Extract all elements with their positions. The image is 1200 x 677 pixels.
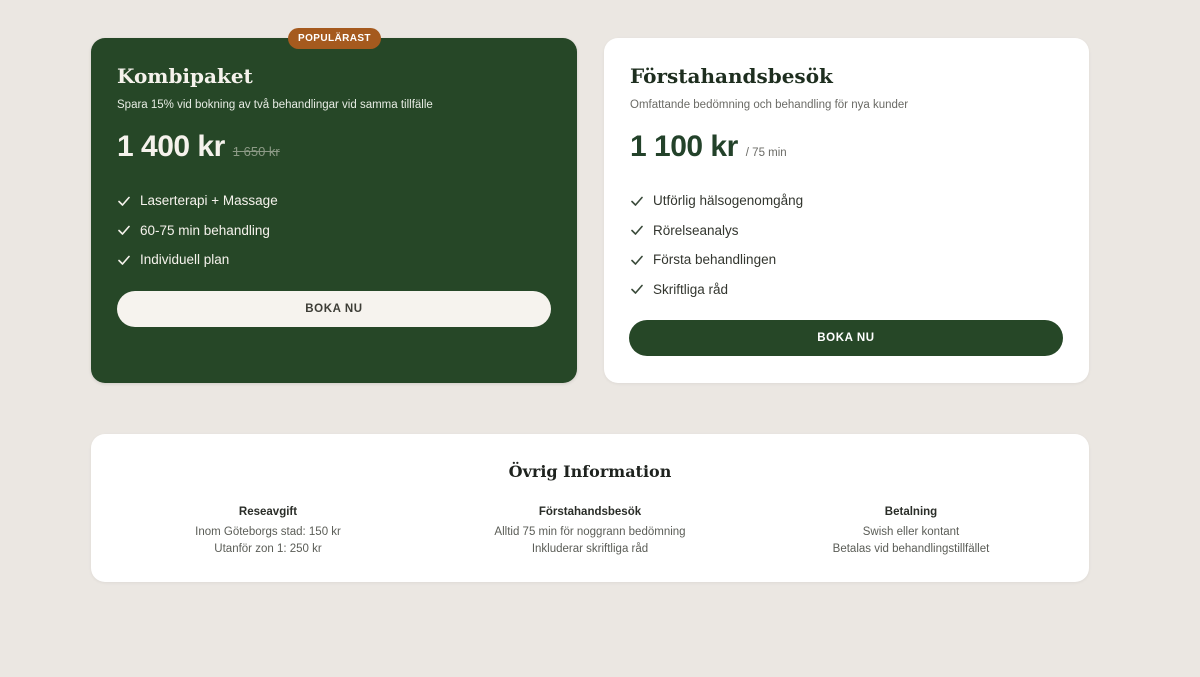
price-row: 1 400 kr 1 650 kr <box>117 130 280 164</box>
info-line: Inom Göteborgs stad: 150 kr <box>195 526 341 538</box>
feature-label: Individuell plan <box>140 252 230 268</box>
info-line: Swish eller kontant <box>862 526 960 538</box>
feature-label: Laserterapi + Massage <box>140 193 278 209</box>
info-column-travel-fee: Reseavgift Inom Göteborgs stad: 150 kr U… <box>118 504 418 558</box>
info-line: Inkluderar skriftliga råd <box>531 543 649 555</box>
check-icon <box>631 255 643 265</box>
plan-card-kombipaket: POPULÄRAST Kombipaket Spara 15% vid bokn… <box>91 28 577 383</box>
plan-subtitle: Spara 15% vid bokning av två behandlinga… <box>117 99 433 111</box>
book-now-button-kombipaket[interactable]: BOKA NU <box>117 291 551 327</box>
list-item: Utförlig hälsogenomgång <box>630 186 803 216</box>
list-item: Första behandlingen <box>630 245 803 275</box>
feature-label: Första behandlingen <box>653 252 777 268</box>
plan-old-price: 1 650 kr <box>232 144 280 159</box>
info-column-payment: Betalning Swish eller kontant Betalas vi… <box>761 504 1061 558</box>
list-item: Rörelseanalys <box>630 216 803 246</box>
section-title: Övrig Information <box>508 462 672 481</box>
popular-badge: POPULÄRAST <box>288 28 381 49</box>
check-icon <box>118 196 130 206</box>
check-icon <box>631 196 643 206</box>
list-item: Individuell plan <box>117 245 278 275</box>
plan-price: 1 400 kr <box>117 130 225 163</box>
info-line: Betalas vid behandlingstillfället <box>832 543 990 555</box>
plan-title: Förstahandsbesök <box>630 64 833 88</box>
feature-label: Skriftliga råd <box>653 281 729 297</box>
plan-price: 1 100 kr <box>630 130 738 163</box>
list-item: Laserterapi + Massage <box>117 186 278 216</box>
check-icon <box>631 225 643 236</box>
column-heading: Reseavgift <box>238 506 298 518</box>
feature-label: 60-75 min behandling <box>140 222 270 238</box>
feature-label: Utförlig hälsogenomgång <box>653 193 804 209</box>
feature-list: Laserterapi + Massage 60-75 min behandli… <box>117 186 278 275</box>
plan-title: Kombipaket <box>117 64 253 88</box>
column-heading: Förstahandsbesök <box>538 506 642 518</box>
info-column-first-visit: Förstahandsbesök Alltid 75 min för noggr… <box>440 504 740 558</box>
plan-subtitle: Omfattande bedömning och behandling för … <box>630 99 909 111</box>
feature-label: Rörelseanalys <box>653 222 739 238</box>
price-row: 1 100 kr / 75 min <box>630 130 787 164</box>
other-info-panel: Övrig Information Reseavgift Inom Götebo… <box>91 434 1089 582</box>
plan-duration: / 75 min <box>745 147 787 159</box>
check-icon <box>118 225 130 236</box>
list-item: 60-75 min behandling <box>117 216 278 246</box>
check-icon <box>631 284 643 295</box>
feature-list: Utförlig hälsogenomgång Rörelseanalys Fö… <box>630 186 803 304</box>
list-item: Skriftliga råd <box>630 275 803 305</box>
info-line: Alltid 75 min för noggrann bedömning <box>494 526 686 538</box>
column-heading: Betalning <box>884 506 938 518</box>
plan-card-forstahandsbesok: Förstahandsbesök Omfattande bedömning oc… <box>604 38 1089 383</box>
info-line: Utanför zon 1: 250 kr <box>214 543 322 555</box>
check-icon <box>118 255 130 265</box>
book-now-button-forstahandsbesok[interactable]: BOKA NU <box>629 320 1063 356</box>
